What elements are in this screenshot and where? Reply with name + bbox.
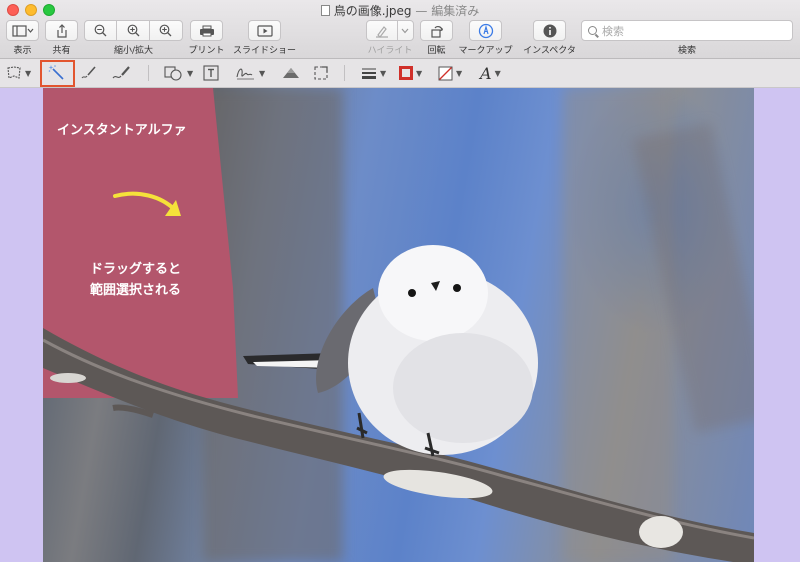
- bird-belly-shade: [393, 333, 533, 443]
- shape-style-button[interactable]: ▼: [361, 63, 386, 83]
- annotation-arrow: [113, 191, 177, 212]
- overlay-title: インスタントアルファ: [57, 123, 187, 138]
- share-button[interactable]: [45, 20, 78, 41]
- inspector-button[interactable]: [533, 20, 566, 41]
- play-icon: [256, 24, 273, 37]
- border-color-button[interactable]: ▼: [399, 63, 422, 83]
- markup-button[interactable]: [469, 20, 502, 41]
- rotate-label: 回転: [427, 46, 446, 56]
- snow-patch: [639, 516, 683, 548]
- line-style-icon: [362, 68, 376, 79]
- highlight-menu-button[interactable]: [398, 21, 413, 40]
- adjust-size-button[interactable]: [313, 63, 329, 83]
- share-label: 共有: [52, 46, 71, 56]
- bird-foot: [356, 412, 368, 439]
- toolbar-divider: [344, 65, 345, 81]
- markup-pen-icon: [478, 23, 493, 38]
- no-fill-icon: [438, 66, 453, 80]
- shapes-icon: [164, 66, 182, 81]
- slideshow-button[interactable]: [248, 20, 281, 41]
- zoom-in-button[interactable]: [150, 21, 182, 40]
- chevron-down-icon: ▼: [187, 68, 194, 78]
- highlight-button[interactable]: [367, 21, 398, 40]
- adjust-color-icon: [283, 68, 299, 78]
- edited-status: — 編集済み: [415, 4, 480, 18]
- zoom-label: 縮小/拡大: [113, 46, 154, 56]
- view-label: 表示: [13, 46, 32, 56]
- chevron-down-icon: ▼: [380, 68, 387, 78]
- printer-icon: [199, 25, 214, 36]
- markup-toolbar: ▼ ▼ ▼ ▼ ▼ ▼ A ▼: [0, 59, 800, 88]
- info-icon: [543, 24, 556, 37]
- draw-brush-icon: [112, 66, 130, 79]
- text-style-button[interactable]: A ▼: [480, 63, 501, 83]
- snow-patch: [50, 373, 86, 383]
- instant-alpha-highlight: [40, 60, 75, 87]
- chevron-down-icon: ▼: [456, 68, 463, 78]
- sketch-button[interactable]: [80, 63, 98, 83]
- slideshow-label: スライドショー: [232, 46, 296, 56]
- bird-head: [378, 245, 488, 341]
- window-title-text: 鳥の画像.jpeg: [333, 4, 412, 18]
- bird-eye: [453, 284, 461, 292]
- chevron-down-icon: [401, 28, 409, 33]
- draw-button[interactable]: [112, 63, 132, 83]
- chevron-down-icon: ▼: [494, 68, 501, 78]
- selection-tools-button[interactable]: ▼: [6, 63, 31, 83]
- search-icon: [588, 26, 597, 35]
- preview-window: 鳥の画像.jpeg — 編集済み 表示 共有 縮小/拡大 プリント スライドショ…: [0, 0, 800, 562]
- markup-label: マークアップ: [458, 46, 513, 56]
- bird-eye: [408, 289, 416, 297]
- toolbar-divider: [148, 65, 149, 81]
- text-tool-button[interactable]: [203, 63, 219, 83]
- sidebar-icon: [11, 24, 33, 37]
- actual-size-icon: [127, 24, 139, 37]
- title-toolbar: 鳥の画像.jpeg — 編集済み 表示 共有 縮小/拡大 プリント スライドショ…: [0, 0, 800, 59]
- inspector-label: インスペクタ: [523, 46, 576, 56]
- actual-size-button[interactable]: [117, 21, 150, 40]
- share-icon: [56, 23, 67, 38]
- search-placeholder: 検索: [602, 24, 624, 38]
- view-button[interactable]: [6, 20, 39, 41]
- document-icon: [320, 5, 330, 16]
- chevron-down-icon: ▼: [416, 68, 423, 78]
- resize-icon: [314, 66, 328, 80]
- search-field[interactable]: 検索: [581, 20, 793, 41]
- zoom-in-icon: [159, 24, 172, 37]
- highlighter-icon: [375, 25, 388, 38]
- rotate-button[interactable]: [420, 20, 453, 41]
- overlay-line-2: 範囲選択される: [90, 283, 182, 298]
- highlight-label: ハイライト: [367, 46, 413, 56]
- fill-color-button[interactable]: ▼: [438, 63, 462, 83]
- sign-button[interactable]: ▼: [236, 63, 265, 83]
- lasso-icon: [7, 66, 21, 79]
- search-label: 検索: [677, 46, 696, 56]
- overlay-line-1: ドラッグすると: [90, 262, 182, 277]
- text-box-icon: [203, 65, 219, 81]
- photo-canvas[interactable]: インスタントアルファ ドラッグすると 範囲選択される: [43, 88, 754, 562]
- zoom-group: [84, 20, 183, 41]
- chevron-down-icon: ▼: [259, 68, 266, 78]
- highlight-group: [366, 20, 414, 41]
- border-color-swatch: [399, 66, 413, 80]
- window-title: 鳥の画像.jpeg — 編集済み: [0, 2, 800, 19]
- zoom-out-button[interactable]: [85, 21, 118, 40]
- rotate-icon: [430, 25, 443, 38]
- print-button[interactable]: [190, 20, 223, 41]
- text-style-icon: A: [480, 63, 492, 83]
- photo-scene: [43, 191, 754, 562]
- sketch-pen-icon: [81, 66, 96, 79]
- signature-icon: [236, 68, 254, 80]
- shapes-button[interactable]: ▼: [164, 63, 193, 83]
- zoom-out-icon: [94, 24, 107, 37]
- adjust-color-button[interactable]: [282, 63, 300, 83]
- chevron-down-icon: ▼: [25, 68, 32, 78]
